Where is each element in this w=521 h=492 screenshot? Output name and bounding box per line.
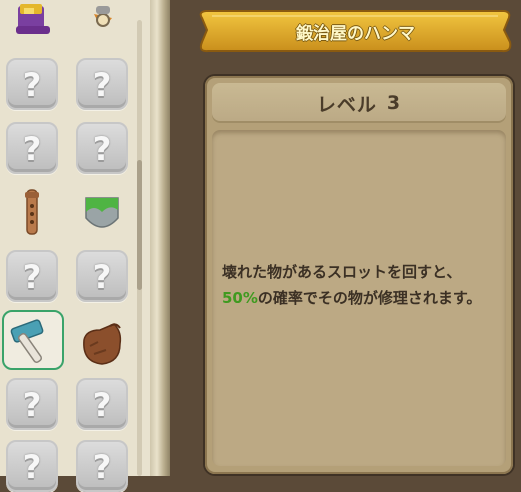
inventory-slot-brown-sack[interactable]	[76, 316, 128, 368]
level-indicator: レベル 3	[212, 83, 506, 123]
inventory-slot-purple-crown[interactable]	[6, 0, 58, 46]
question-mark-icon: ?	[92, 258, 112, 296]
inventory-slot-unknown[interactable]: ?	[6, 378, 58, 430]
flute-icon	[25, 189, 39, 235]
inventory-slot-unknown[interactable]: ?	[6, 440, 58, 492]
inventory-frame-divider	[150, 0, 170, 476]
item-title: 鍛治屋のハンマ	[296, 23, 415, 44]
inventory-slot-unknown[interactable]: ?	[6, 122, 58, 174]
inventory-slot-bell-lamp[interactable]	[76, 0, 128, 46]
inventory-slot-unknown[interactable]: ?	[76, 440, 128, 492]
description-text-after: の確率でその物が修理されます。	[257, 289, 482, 307]
inventory-slot-flute[interactable]	[6, 186, 58, 238]
description-highlight-percent: 50%	[222, 289, 258, 307]
inventory-slot-unknown[interactable]: ?	[76, 122, 128, 174]
question-mark-icon: ?	[92, 448, 112, 486]
question-mark-icon: ?	[92, 66, 112, 104]
inventory-slot-unknown[interactable]: ?	[76, 378, 128, 430]
brown-sack-icon	[83, 323, 122, 365]
level-label: レベル	[316, 93, 377, 116]
inventory-scrollbar-thumb[interactable]	[137, 160, 142, 290]
question-mark-icon: ?	[22, 66, 42, 104]
question-mark-icon: ?	[22, 386, 42, 424]
hammer-icon	[10, 319, 44, 363]
question-mark-icon: ?	[22, 130, 42, 168]
item-description: 壊れた物があるスロットを回すと、 50%の確率でその物が修理されます。	[222, 259, 492, 311]
question-mark-icon: ?	[22, 258, 42, 296]
question-mark-icon: ?	[92, 130, 112, 168]
description-text-before: 壊れた物があるスロットを回すと、	[222, 263, 462, 281]
inventory-slot-unknown[interactable]: ?	[76, 58, 128, 110]
question-mark-icon: ?	[22, 448, 42, 486]
inventory-slot-hammer-selected[interactable]	[2, 310, 64, 370]
inventory-slot-unknown[interactable]: ?	[6, 250, 58, 302]
level-value: 3	[386, 92, 402, 114]
green-shield-icon	[85, 197, 119, 228]
inventory-slot-unknown[interactable]: ?	[76, 250, 128, 302]
inventory-slot-unknown[interactable]: ?	[6, 58, 58, 110]
inventory-slot-green-shield[interactable]	[76, 186, 128, 238]
purple-crown-icon	[16, 4, 50, 34]
question-mark-icon: ?	[92, 386, 112, 424]
bell-lamp-icon	[94, 6, 112, 27]
